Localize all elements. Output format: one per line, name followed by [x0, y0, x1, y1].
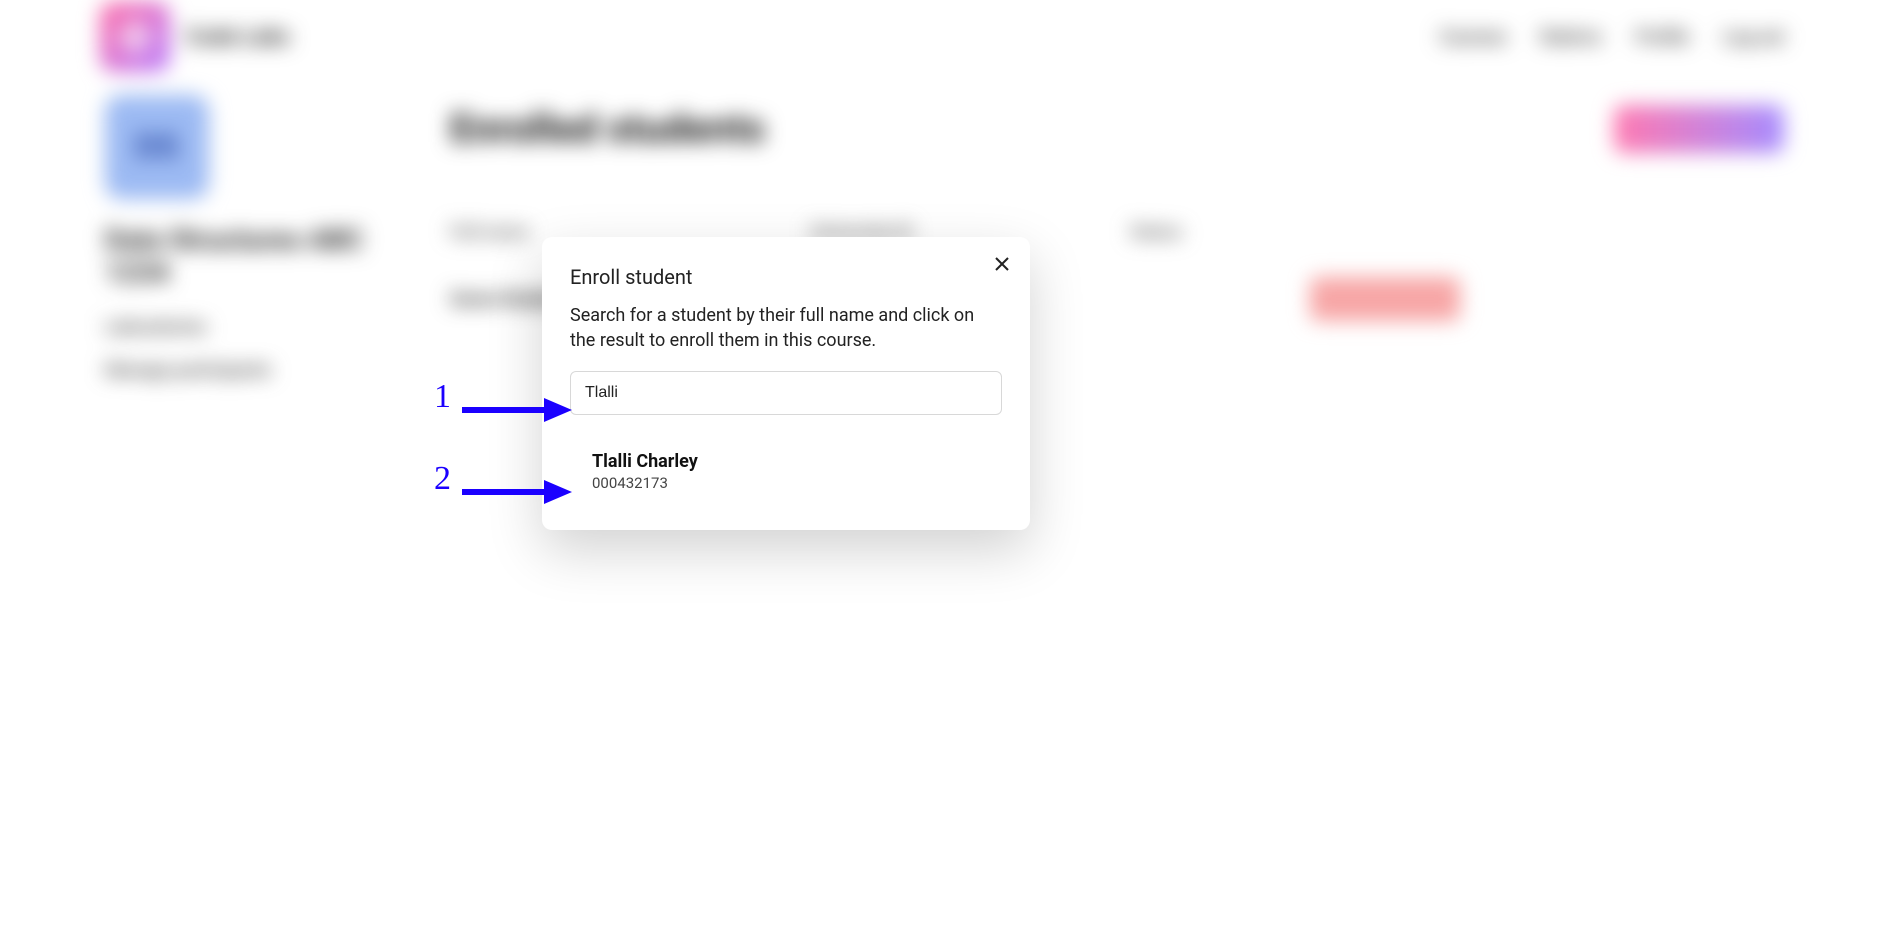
- modal-title: Enroll student: [570, 265, 1002, 289]
- brand-name: Code Labs: [186, 25, 290, 50]
- add-student-button[interactable]: [1614, 105, 1784, 153]
- app-logo: [100, 2, 170, 72]
- sidebar-link-participants[interactable]: Manage participants: [105, 360, 415, 381]
- annotation-1-label: 1: [434, 378, 451, 416]
- student-search-input[interactable]: [570, 371, 1002, 415]
- enroll-student-modal: Enroll student Search for a student by t…: [542, 237, 1030, 530]
- arrow-icon: [462, 478, 572, 506]
- modal-description: Search for a student by their full name …: [570, 303, 1002, 353]
- nav-rubrics[interactable]: Rubrics: [1541, 27, 1602, 48]
- nav-logout[interactable]: Log out: [1723, 27, 1784, 48]
- course-badge: DS: [105, 95, 209, 199]
- search-result-item[interactable]: Tlalli Charley 000432173: [570, 445, 1002, 502]
- col-status: Status: [1130, 222, 1250, 243]
- nav-profile[interactable]: Profile: [1636, 27, 1689, 48]
- result-id: 000432173: [592, 474, 980, 492]
- sidebar-link-labs[interactable]: Laboratories: [105, 317, 415, 338]
- remove-button[interactable]: [1310, 277, 1460, 321]
- annotation-2-label: 2: [434, 460, 451, 498]
- arrow-icon: [462, 396, 572, 424]
- close-icon: [995, 256, 1009, 275]
- page-title: Enrolled students: [450, 105, 1784, 152]
- course-name: Data Structures ABC 1234: [105, 223, 415, 289]
- result-name: Tlalli Charley: [592, 451, 980, 472]
- modal-close-button[interactable]: [988, 251, 1016, 279]
- nav-courses[interactable]: Courses: [1440, 27, 1507, 48]
